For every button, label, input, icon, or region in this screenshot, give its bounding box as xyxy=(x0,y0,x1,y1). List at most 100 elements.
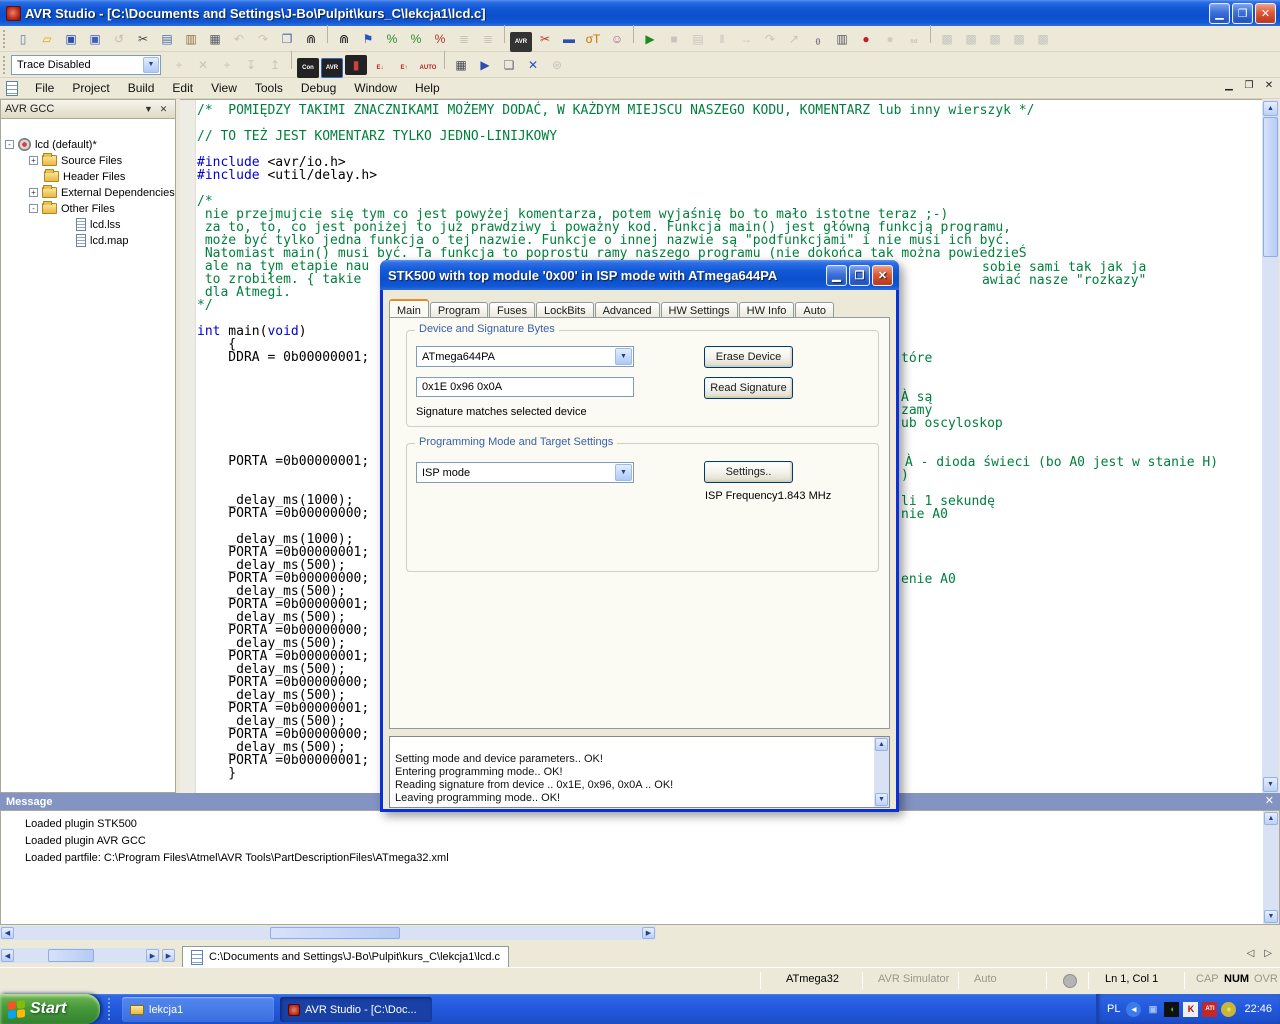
tree-item-external-dependencies[interactable]: +External Dependencies xyxy=(29,185,175,200)
menu-debug[interactable]: Debug xyxy=(292,79,345,97)
ati-tray-icon[interactable]: ATI xyxy=(1202,1002,1217,1017)
editor-vscrollbar[interactable]: ▲ ▼ xyxy=(1262,100,1279,793)
graphics-tray-icon[interactable]: ◖ xyxy=(1164,1002,1179,1017)
language-indicator[interactable]: PL xyxy=(1107,1003,1120,1015)
scroll-up-icon[interactable]: ▲ xyxy=(1263,101,1278,116)
toolbar-grip[interactable] xyxy=(3,56,8,74)
scroll-up-icon[interactable]: ▲ xyxy=(875,738,888,751)
scroll-down-icon[interactable]: ▼ xyxy=(1263,777,1278,792)
editor-hscroll-thumb[interactable] xyxy=(48,949,94,962)
scroll-right-icon[interactable]: ▶ xyxy=(146,949,159,962)
chevron-down-icon[interactable]: ▼ xyxy=(615,348,632,365)
ot-icon[interactable]: σΤ xyxy=(582,29,604,49)
save-all-icon[interactable]: ▣ xyxy=(84,29,106,49)
print-icon[interactable]: ▦ xyxy=(204,29,226,49)
kaspersky-tray-icon[interactable]: K xyxy=(1183,1002,1198,1017)
close-button[interactable]: ✕ xyxy=(1255,3,1276,24)
log-vscrollbar[interactable]: ▲ ▼ xyxy=(874,737,889,807)
scroll-right-icon[interactable]: ▶ xyxy=(162,949,175,962)
scroll-left-icon[interactable]: ◀ xyxy=(1,949,14,962)
tray-collapse-chevron-icon[interactable]: ◂ xyxy=(1126,1002,1141,1017)
tab-scroll-left-icon[interactable]: ◁ xyxy=(1247,948,1255,959)
document-tab[interactable]: C:\Documents and Settings\J-Bo\Pulpit\ku… xyxy=(182,946,509,967)
stack-monitor-icon[interactable]: ❏ xyxy=(498,55,520,75)
task-button-2[interactable]: AVR Studio - [C:\Doc... xyxy=(280,997,432,1022)
signature-field[interactable]: 0x1E 0x96 0x0A xyxy=(416,377,634,397)
new-file-icon[interactable]: ▯ xyxy=(12,29,34,49)
bookmark-flag-icon[interactable]: ⚑ xyxy=(357,29,379,49)
menu-view[interactable]: View xyxy=(202,79,246,97)
task-button-1[interactable]: lekcja1 xyxy=(122,997,274,1022)
find-icon[interactable]: ⋒ xyxy=(333,29,355,49)
collapse-icon[interactable]: - xyxy=(29,204,38,213)
run-to-cursor-icon[interactable]: {} xyxy=(807,32,829,52)
mode-combo[interactable]: ISP mode ▼ xyxy=(416,462,634,483)
device-chip-icon[interactable]: ▬ xyxy=(558,29,580,49)
cut-icon[interactable]: ✂ xyxy=(132,29,154,49)
message-vscrollbar[interactable]: ▲ ▼ xyxy=(1263,811,1279,924)
connect-dialog-icon[interactable]: Con xyxy=(297,58,319,78)
copy-icon[interactable]: ▤ xyxy=(156,29,178,49)
open-file-icon[interactable]: ▱ xyxy=(36,29,58,49)
mdi-minimize-button[interactable]: ▁ xyxy=(1222,80,1236,91)
menu-edit[interactable]: Edit xyxy=(163,79,202,97)
message-hscroll-thumb[interactable] xyxy=(270,927,400,939)
volume-tray-icon[interactable]: ● xyxy=(1221,1002,1236,1017)
message-close-icon[interactable]: ✕ xyxy=(1265,794,1274,807)
editor-hscrollbar[interactable]: ◀ ▶ xyxy=(0,948,160,963)
dialog-maximize-button[interactable]: ❐ xyxy=(849,265,870,286)
run-icon[interactable]: ▶ xyxy=(639,29,661,49)
tree-item-lcd-map[interactable]: lcd.map xyxy=(61,233,129,248)
save-icon[interactable]: ▣ xyxy=(60,29,82,49)
panel-menu-chevron-icon[interactable]: ▼ xyxy=(141,104,156,114)
message-hscrollbar[interactable]: ◀ ▶ xyxy=(0,926,656,940)
tree-item-header-files[interactable]: Header Files xyxy=(29,169,125,184)
mdi-restore-button[interactable]: ❐ xyxy=(1242,80,1256,91)
avr-programmer-icon[interactable]: AVR xyxy=(321,58,343,78)
menu-file[interactable]: File xyxy=(26,79,63,97)
run-grid-icon[interactable]: ▶ xyxy=(474,55,496,75)
editor-margin[interactable] xyxy=(180,100,196,793)
device-combo[interactable]: ATmega644PA ▼ xyxy=(416,346,634,367)
restore-button[interactable]: ❐ xyxy=(1232,3,1253,24)
panel-close-icon[interactable]: ✕ xyxy=(156,104,171,115)
scroll-down-icon[interactable]: ▼ xyxy=(1264,910,1278,923)
chip-erase-icon[interactable]: ▮ xyxy=(345,55,367,75)
read-signature-button[interactable]: Read Signature xyxy=(704,377,793,399)
close-view-icon[interactable]: ✕ xyxy=(522,55,544,75)
settings-button[interactable]: Settings.. xyxy=(704,461,793,483)
find-in-files-icon[interactable]: ⋒ xyxy=(300,29,322,49)
toolbar-grip[interactable] xyxy=(3,30,8,48)
expand-icon[interactable]: + xyxy=(29,188,38,197)
tree-item-other-files[interactable]: -Other Files xyxy=(29,201,115,216)
menu-tools[interactable]: Tools xyxy=(246,79,292,97)
write-eeprom-icon[interactable]: E↓ xyxy=(369,58,391,78)
expand-icon[interactable]: + xyxy=(29,156,38,165)
paste-icon[interactable]: ▥ xyxy=(180,29,202,49)
scroll-right-icon[interactable]: ▶ xyxy=(642,927,655,939)
assemble-and-run-icon[interactable]: ✂ xyxy=(534,29,556,49)
collapse-icon[interactable]: - xyxy=(5,140,14,149)
minimize-button[interactable]: ▁ xyxy=(1209,3,1230,24)
scroll-left-icon[interactable]: ◀ xyxy=(1,927,14,939)
tab-scroll-right-icon[interactable]: ▷ xyxy=(1264,948,1272,959)
erase-device-button[interactable]: Erase Device xyxy=(704,346,793,368)
start-button[interactable]: Start xyxy=(0,994,100,1024)
read-eeprom-icon[interactable]: E↑ xyxy=(393,58,415,78)
tree-item-source-files[interactable]: +Source Files xyxy=(29,153,122,168)
mdi-close-button[interactable]: ✕ xyxy=(1262,80,1276,91)
new-grid-icon[interactable]: ▦ xyxy=(450,55,472,75)
dialog-close-button[interactable]: ✕ xyxy=(872,265,893,286)
chevron-down-icon[interactable]: ▼ xyxy=(615,464,632,481)
scroll-down-icon[interactable]: ▼ xyxy=(875,793,888,806)
toggle-bookmark-icon[interactable]: % xyxy=(381,29,403,49)
dialog-minimize-button[interactable]: ▁ xyxy=(826,265,847,286)
cascade-windows-icon[interactable]: ❐ xyxy=(276,29,298,49)
menu-window[interactable]: Window xyxy=(345,79,406,97)
next-bookmark-icon[interactable]: % xyxy=(405,29,427,49)
menu-build[interactable]: Build xyxy=(119,79,164,97)
chevron-down-icon[interactable]: ▼ xyxy=(143,57,159,73)
autostep-icon[interactable]: ▥ xyxy=(831,29,853,49)
clear-bookmarks-icon[interactable]: % xyxy=(429,29,451,49)
menu-help[interactable]: Help xyxy=(406,79,449,97)
